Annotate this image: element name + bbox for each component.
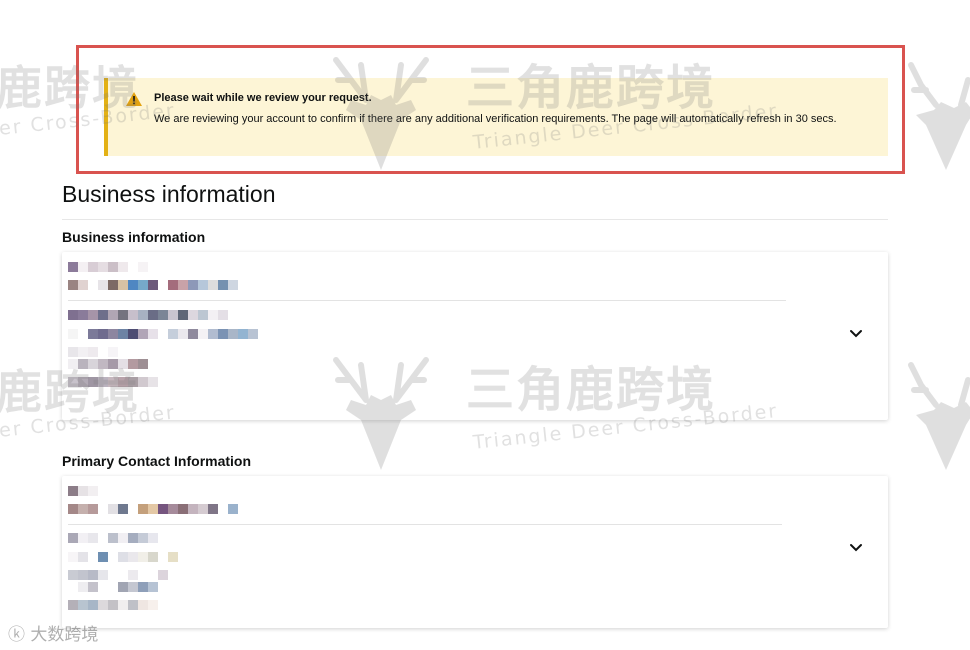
- corner-watermark-text: 大数跨境: [30, 625, 99, 645]
- deer-logo-icon: [908, 62, 970, 170]
- redacted-field: [68, 377, 158, 387]
- redacted-field: [68, 262, 148, 272]
- redacted-field: [68, 310, 228, 320]
- chevron-down-icon[interactable]: [848, 540, 864, 556]
- corner-logo-icon: ⓚ: [8, 625, 25, 645]
- title-divider: [62, 219, 888, 220]
- chevron-down-icon[interactable]: [848, 326, 864, 342]
- redacted-field: [68, 329, 268, 339]
- card-divider: [68, 300, 786, 301]
- redacted-field: [68, 347, 118, 357]
- redacted-field: [68, 486, 98, 496]
- redacted-field: [68, 600, 158, 610]
- redacted-field: [68, 570, 168, 580]
- highlight-box: [76, 45, 905, 174]
- section-title-primary-contact: Primary Contact Information: [62, 453, 252, 469]
- redacted-field: [68, 533, 158, 543]
- business-info-card[interactable]: [62, 252, 888, 420]
- card-divider: [68, 524, 782, 525]
- section-title-business: Business information: [62, 229, 206, 245]
- redacted-field: [68, 280, 238, 290]
- page-title: Business information: [62, 181, 276, 207]
- primary-contact-card[interactable]: [62, 476, 888, 628]
- redacted-field: [68, 504, 238, 514]
- corner-watermark: ⓚ 大数跨境: [8, 620, 98, 645]
- deer-logo-icon: [908, 362, 970, 470]
- redacted-field: [68, 552, 188, 562]
- redacted-field: [68, 582, 168, 592]
- redacted-field: [68, 359, 148, 369]
